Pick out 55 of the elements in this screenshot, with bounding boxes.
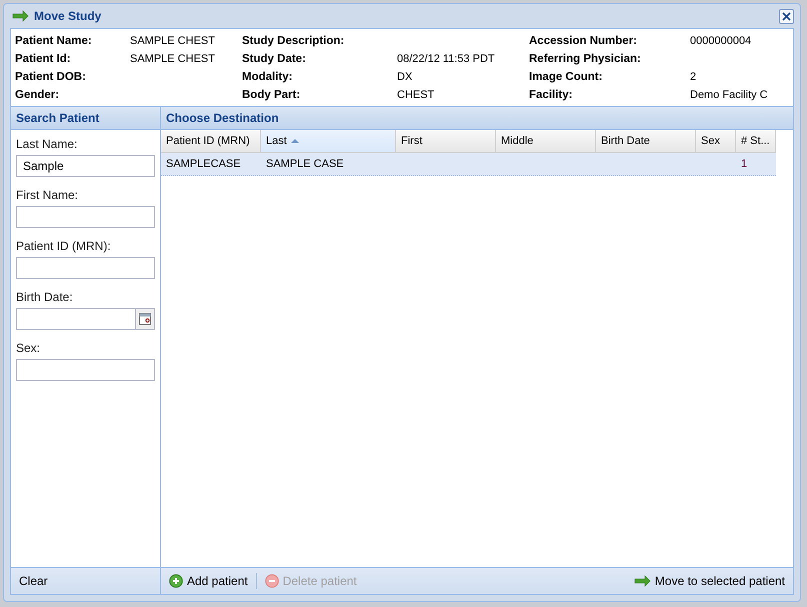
field-value: SAMPLE CHEST — [130, 34, 216, 49]
close-button[interactable] — [779, 8, 794, 24]
window-title: Move Study — [34, 9, 102, 23]
field-label: Patient Id: — [15, 52, 72, 67]
column-header[interactable]: # St... — [736, 130, 776, 152]
column-header[interactable]: Last — [261, 130, 396, 152]
field-label: Body Part: — [242, 88, 302, 103]
field-value: DX — [397, 70, 414, 85]
field-label: Accession Number: — [529, 34, 638, 49]
column-header[interactable]: First — [396, 130, 496, 152]
calendar-button[interactable] — [136, 308, 155, 330]
add-button[interactable]: Add patient — [167, 574, 250, 588]
field-label: Study Description: — [242, 34, 346, 49]
move-button[interactable]: Move to selected patient — [632, 574, 787, 588]
field-label: Gender: — [15, 88, 60, 103]
field-label: Referring Physician: — [529, 52, 642, 67]
field-value: CHEST — [397, 88, 436, 103]
input-field[interactable]: Sample — [16, 155, 155, 177]
field-label: Last Name: — [16, 136, 78, 152]
input-field[interactable] — [16, 257, 155, 279]
field-label: Birth Date: — [16, 289, 74, 305]
plus-icon — [169, 574, 183, 588]
close-icon — [781, 10, 792, 22]
arrow-icon — [12, 10, 29, 22]
calendar-icon — [139, 313, 151, 325]
field-label: Image Count: — [529, 70, 604, 85]
field-value: SAMPLE CHEST — [130, 52, 216, 67]
field-label: Facility: — [529, 88, 574, 103]
input-field[interactable] — [16, 206, 155, 228]
input-field[interactable] — [16, 359, 155, 381]
table-cell-text: 1 — [740, 157, 748, 172]
panel-header: Choose Destination — [161, 107, 793, 130]
sort-ascending-icon — [290, 138, 299, 144]
panel-header: Search Patient — [11, 107, 160, 130]
field-value: 08/22/12 11:53 PDT — [397, 52, 496, 67]
table-row[interactable]: SAMPLECASE SAMPLE CASE 1 — [161, 153, 776, 176]
field-label: Patient ID (MRN): — [16, 238, 112, 254]
clear-button[interactable]: Clear — [17, 574, 50, 588]
field-label: Sex: — [16, 340, 42, 356]
column-header[interactable]: Sex — [696, 130, 736, 152]
field-value: 2 — [690, 70, 698, 85]
date-field[interactable] — [16, 308, 136, 330]
field-label: First Name: — [16, 187, 80, 203]
field-label: Modality: — [242, 70, 294, 85]
field-label: Patient DOB: — [15, 70, 87, 85]
table-cell-text: SAMPLECASE — [165, 157, 242, 172]
field-value: 0000000004 — [690, 34, 752, 49]
field-value: Demo Facility C — [690, 88, 769, 103]
column-header[interactable]: Middle — [496, 130, 596, 152]
table-cell-text: SAMPLE CASE — [265, 157, 345, 172]
minus-icon — [264, 574, 279, 588]
field-label: Study Date: — [242, 52, 307, 67]
field-label: Patient Name: — [15, 34, 93, 49]
column-header[interactable]: Birth Date — [596, 130, 696, 152]
arrow-icon — [634, 575, 651, 587]
